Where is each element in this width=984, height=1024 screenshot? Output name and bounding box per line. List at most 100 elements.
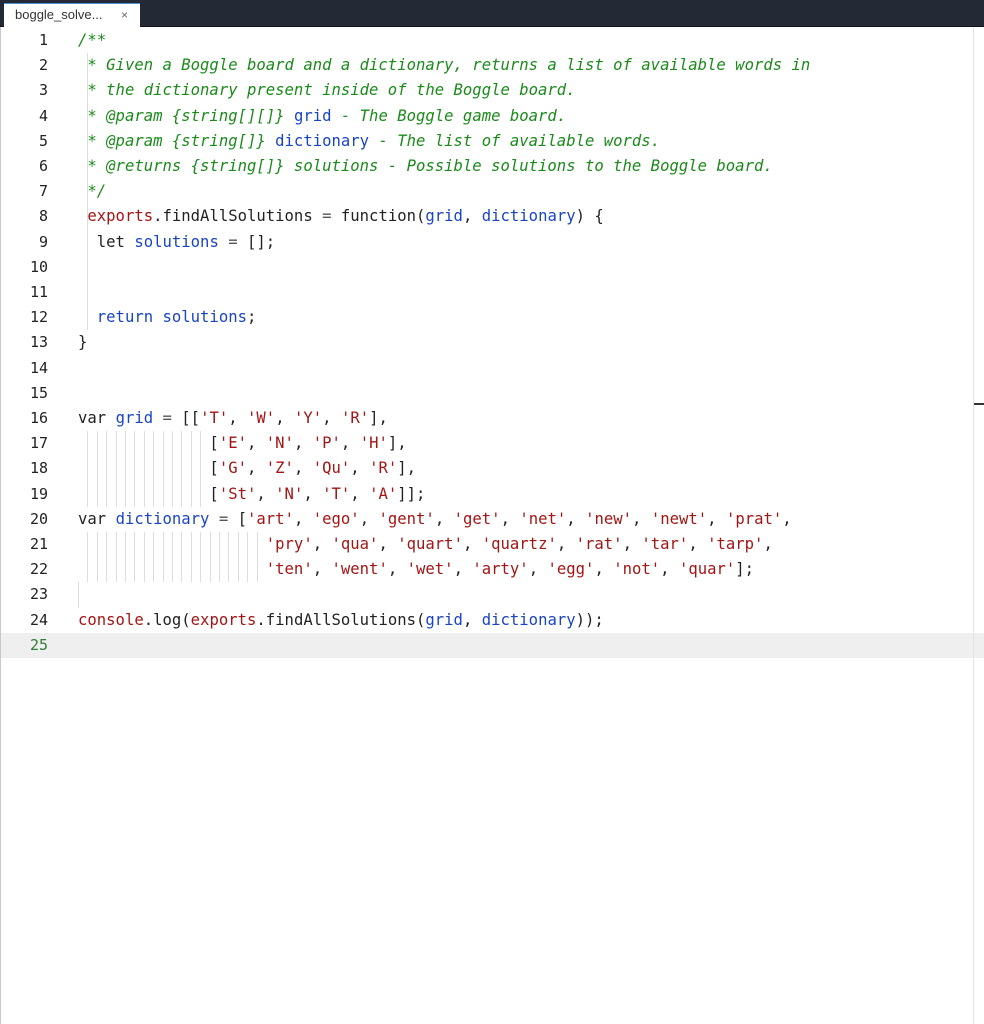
code-line[interactable]: 6 * @returns {string[]} solutions - Poss…	[1, 154, 984, 179]
line-number: 15	[29, 383, 48, 402]
code-token: ,	[256, 484, 276, 503]
code-line[interactable]: 12 return solutions;	[1, 305, 984, 330]
file-tab[interactable]: boggle_solve... ×	[4, 3, 140, 27]
code-token: ,	[312, 560, 332, 579]
code-line[interactable]: 9 let solutions = [];	[1, 230, 984, 255]
code-token: 'tar'	[641, 535, 689, 553]
code-line[interactable]: 2 * Given a Boggle board and a dictionar…	[1, 53, 984, 78]
code-text[interactable]: let solutions = [];	[78, 230, 275, 255]
code-token: 'N'	[265, 434, 294, 453]
code-line[interactable]: 22 'ten', 'went', 'wet', 'arty', 'egg', …	[1, 557, 984, 582]
code-line[interactable]: 18 ['G', 'Z', 'Qu', 'R'],	[1, 456, 984, 481]
code-token: /**	[78, 31, 107, 49]
indent-guide	[247, 532, 249, 583]
code-line[interactable]: 10	[1, 255, 984, 280]
code-token: 'net'	[519, 509, 567, 528]
code-line[interactable]: 24 console.log(exports.findAllSolutions(g…	[1, 608, 984, 633]
code-line[interactable]: 13}	[1, 330, 984, 355]
file-tab-title[interactable]: boggle_solve...	[15, 4, 102, 26]
code-token: [	[78, 484, 219, 503]
code-token: * @returns {string[]} solutions - Possib…	[78, 157, 773, 175]
code-token: ,	[228, 409, 248, 427]
code-line[interactable]: 25	[1, 632, 984, 658]
indent-guide	[153, 532, 155, 583]
code-line[interactable]: 16 var grid = [['T', 'W', 'Y', 'R'],	[1, 406, 984, 431]
code-token: 'newt'	[650, 509, 708, 528]
code-token: * @param {string[]}	[78, 131, 276, 150]
code-token: ,	[293, 459, 313, 478]
indent-guide	[181, 532, 183, 583]
line-number: 23	[29, 585, 48, 604]
code-line[interactable]: 8 exports.findAllSolutions = function(gr…	[1, 204, 984, 229]
code-token: function(	[331, 207, 426, 226]
code-text[interactable]: ['St', 'N', 'T', 'A']];	[78, 482, 425, 507]
code-token: ],	[397, 459, 417, 478]
close-icon[interactable]: ×	[121, 4, 128, 26]
code-token: 'rat'	[575, 535, 623, 553]
code-text[interactable]: /**	[78, 28, 106, 53]
code-line[interactable]: 5 * @param {string[]} dictionary - The l…	[1, 129, 984, 154]
code-token: ) {	[575, 207, 604, 226]
code-token: grid	[293, 106, 332, 125]
code-text[interactable]: * @param {string[]} dictionary - The lis…	[78, 129, 660, 154]
code-line[interactable]: 17 ['E', 'N', 'P', 'H'],	[1, 431, 984, 456]
code-text[interactable]: ['G', 'Z', 'Qu', 'R'],	[78, 456, 416, 481]
code-line[interactable]: 15	[1, 381, 984, 406]
code-line[interactable]: 19 ['St', 'N', 'T', 'A']];	[1, 482, 984, 507]
indent-guide	[96, 532, 98, 583]
line-number: 14	[29, 358, 48, 377]
code-token: [[	[171, 409, 201, 427]
code-token: dictionary	[275, 131, 370, 150]
code-text[interactable]: exports.findAllSolutions = function(grid…	[78, 204, 604, 229]
code-token: .findAllSolutions	[153, 207, 323, 226]
tab-bar: boggle_solve... ×	[0, 0, 984, 27]
code-line[interactable]: 23	[1, 582, 984, 607]
code-text[interactable]: var grid = [['T', 'W', 'Y', 'R'],	[78, 406, 388, 431]
code-token: ,	[566, 509, 586, 528]
line-number: 9	[38, 232, 48, 251]
code-token: ,	[350, 484, 370, 503]
code-token: 'P'	[312, 434, 341, 453]
code-text[interactable]: return solutions;	[78, 305, 257, 330]
code-text[interactable]: console.log(exports.findAllSolutions(gri…	[78, 608, 604, 633]
code-text[interactable]: }	[78, 330, 87, 355]
code-token: exports	[78, 207, 154, 226]
line-number: 5	[38, 131, 48, 150]
code-text[interactable]: 'ten', 'went', 'wet', 'arty', 'egg', 'no…	[78, 557, 754, 582]
indent-guide	[125, 431, 126, 507]
code-token: =	[153, 409, 172, 427]
code-text[interactable]: * Given a Boggle board and a dictionary,…	[78, 53, 810, 78]
code-text[interactable]: var dictionary = ['art', 'ego', 'gent', …	[78, 507, 792, 532]
code-text[interactable]: */	[78, 179, 106, 204]
line-number: 17	[29, 434, 48, 453]
code-line[interactable]: 4 * @param {string[][]} grid - The Boggl…	[1, 104, 984, 129]
code-line[interactable]: 7 */	[1, 179, 984, 204]
code-token: return solutions	[78, 308, 247, 327]
code-line[interactable]: 3 * the dictionary present inside of the…	[1, 78, 984, 103]
code-token: .findAllSolutions(	[256, 610, 426, 629]
code-line[interactable]: 14	[1, 356, 984, 381]
code-text[interactable]: * @param {string[][]} grid - The Boggle …	[78, 104, 566, 129]
code-line[interactable]: 1 /**	[1, 28, 984, 53]
code-token: ,	[453, 560, 473, 579]
code-token: 'H'	[359, 434, 388, 453]
line-number: 24	[29, 610, 48, 629]
code-line[interactable]: 20 var dictionary = ['art', 'ego', 'gent'…	[1, 507, 984, 532]
code-token: solutions	[134, 232, 219, 251]
code-line[interactable]: 21 'pry', 'qua', 'quart', 'quartz', 'rat…	[1, 532, 984, 557]
line-number: 13	[29, 333, 48, 352]
code-line[interactable]: 11	[1, 280, 984, 305]
code-token: ,	[660, 560, 679, 579]
indent-guide	[143, 431, 145, 507]
code-text[interactable]: ['E', 'N', 'P', 'H'],	[78, 431, 406, 456]
code-token: =	[209, 509, 229, 528]
code-editor[interactable]: 1 /** 2 * Given a Boggle board and a dicti…	[0, 27, 984, 1024]
line-number: 8	[38, 207, 48, 226]
code-text[interactable]: * @returns {string[]} solutions - Possib…	[78, 154, 773, 179]
indent-guide	[219, 532, 220, 583]
scrollbar-marker[interactable]	[974, 403, 984, 405]
code-text[interactable]: * the dictionary present inside of the B…	[78, 78, 575, 103]
indent-guide	[172, 431, 173, 507]
code-token: ,	[556, 535, 576, 553]
code-token: 'T'	[200, 409, 229, 427]
